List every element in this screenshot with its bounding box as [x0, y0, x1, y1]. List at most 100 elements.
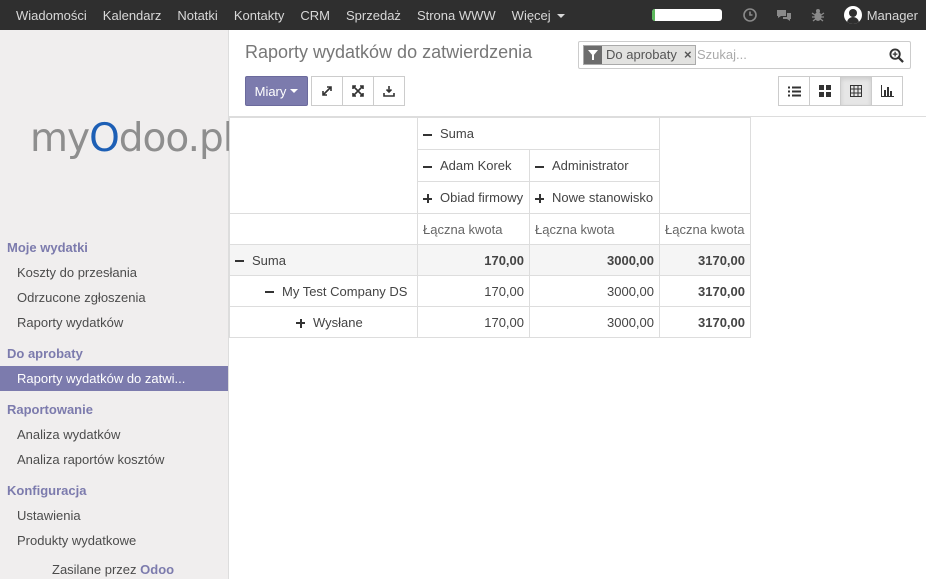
- search-input[interactable]: Szukaj...: [697, 47, 747, 62]
- sidebar-item-ustawienia[interactable]: Ustawienia: [0, 503, 228, 528]
- page-title: Raporty wydatków do zatwierdzenia: [245, 42, 533, 62]
- user-name[interactable]: Manager: [867, 8, 918, 23]
- top-navbar: Wiadomości Kalendarz Notatki Kontakty CR…: [0, 0, 926, 30]
- menu-notatki[interactable]: Notatki: [177, 8, 217, 23]
- measure-header[interactable]: Łączna kwota: [659, 213, 751, 245]
- pivot-cell[interactable]: 170,00: [417, 275, 530, 307]
- pivot-corner: [229, 117, 418, 214]
- collapse-icon: [235, 260, 244, 263]
- pivot-cell-total[interactable]: 3170,00: [659, 244, 751, 276]
- pivot-cell[interactable]: 3000,00: [529, 306, 660, 338]
- sidebar-nav: Moje wydatki Koszty do przesłania Odrzuc…: [0, 235, 228, 553]
- kanban-view-button[interactable]: [809, 76, 841, 106]
- filter-icon: [584, 46, 602, 64]
- row-header-label: Suma: [252, 252, 286, 268]
- table-row: Suma 170,00 3000,00 3170,00: [229, 244, 751, 276]
- expand-all-button[interactable]: [342, 76, 374, 106]
- powered-by: Zasilane przez Odoo: [52, 562, 174, 577]
- sidebar-item-produkty-wydatkowe[interactable]: Produkty wydatkowe: [0, 528, 228, 553]
- col-header-suma-label: Suma: [440, 126, 474, 141]
- expand-icon: [535, 194, 544, 204]
- col-header-obiad-firmowy[interactable]: Obiad firmowy: [417, 181, 530, 214]
- collapse-icon: [265, 291, 274, 294]
- expand-icon: [296, 318, 305, 328]
- pivot-actions: [311, 76, 405, 106]
- collapse-icon: [423, 165, 432, 168]
- col-header-adam-korek-label: Adam Korek: [440, 158, 512, 173]
- sidebar-item-koszty-do-przeslania[interactable]: Koszty do przesłania: [0, 260, 228, 285]
- pivot-measure-corner: [229, 213, 418, 245]
- flip-axis-button[interactable]: [311, 76, 343, 106]
- row-header-wyslane[interactable]: Wysłane: [229, 306, 418, 338]
- section-header-moje-wydatki: Moje wydatki: [7, 240, 88, 255]
- menu-sprzedaz[interactable]: Sprzedaż: [346, 8, 401, 23]
- section-header-do-aprobaty: Do aprobaty: [7, 346, 83, 361]
- download-button[interactable]: [373, 76, 405, 106]
- chevron-down-icon: [290, 89, 299, 93]
- table-icon: [850, 85, 862, 97]
- clock-icon[interactable]: [742, 7, 758, 23]
- sidebar-item-raporty-wydatkow[interactable]: Raporty wydatków: [0, 310, 228, 335]
- col-header-nowe-stanowisko-label: Nowe stanowisko: [552, 190, 654, 205]
- row-header-label: Wysłane: [313, 314, 363, 330]
- pivot-total-col-header: [659, 117, 751, 214]
- row-header-label: My Test Company DS: [282, 283, 408, 299]
- expand-icon: [423, 194, 432, 204]
- row-header-company[interactable]: My Test Company DS: [229, 275, 418, 307]
- pivot-cell-total[interactable]: 3170,00: [659, 306, 751, 338]
- pivot-cell[interactable]: 170,00: [417, 244, 530, 276]
- table-row: Wysłane 170,00 3000,00 3170,00: [229, 306, 751, 338]
- pivot-table: Suma Adam Korek Administrator Obiad firm…: [229, 117, 751, 338]
- sidebar-item-analiza-raportow-kosztow[interactable]: Analiza raportów kosztów: [0, 447, 228, 472]
- menu-wiadomosci[interactable]: Wiadomości: [16, 8, 87, 23]
- measure-header[interactable]: Łączna kwota: [529, 213, 660, 245]
- chat-icon[interactable]: [776, 7, 792, 23]
- row-header-suma[interactable]: Suma: [229, 244, 418, 276]
- sidebar-item-raporty-do-zatwierdzenia[interactable]: Raporty wydatków do zatwi...: [0, 366, 228, 391]
- powered-by-text: Zasilane przez: [52, 562, 137, 577]
- sidebar-item-analiza-wydatkow[interactable]: Analiza wydatków: [0, 422, 228, 447]
- menu-crm[interactable]: CRM: [300, 8, 330, 23]
- measure-header[interactable]: Łączna kwota: [417, 213, 530, 245]
- search-facet: Do aprobaty ×: [583, 45, 696, 65]
- col-header-nowe-stanowisko[interactable]: Nowe stanowisko: [529, 181, 660, 214]
- pivot-cell[interactable]: 3000,00: [529, 275, 660, 307]
- menu-wiecej-label: Więcej: [511, 7, 551, 23]
- logo-text-o: O: [89, 116, 120, 161]
- menu-kalendarz[interactable]: Kalendarz: [103, 8, 162, 23]
- col-header-administrator[interactable]: Administrator: [529, 149, 660, 182]
- pivot-cell[interactable]: 170,00: [417, 306, 530, 338]
- search-icon[interactable]: [889, 48, 904, 63]
- progress-fill: [651, 9, 656, 21]
- logo-text-pre: my: [30, 116, 90, 161]
- expand-arrows-icon: [322, 86, 332, 96]
- app-menu: Wiadomości Kalendarz Notatki Kontakty CR…: [16, 0, 581, 30]
- sidebar-item-odrzucone-zgloszenia[interactable]: Odrzucone zgłoszenia: [0, 285, 228, 310]
- bar-chart-icon: [880, 85, 894, 97]
- measures-label: Miary: [254, 83, 287, 99]
- pivot-cell[interactable]: 3000,00: [529, 244, 660, 276]
- pivot-view-button[interactable]: [840, 76, 872, 106]
- menu-wiecej[interactable]: Więcej: [512, 8, 565, 23]
- user-avatar[interactable]: [843, 6, 862, 24]
- facet-remove-icon[interactable]: ×: [681, 46, 695, 64]
- menu-kontakty[interactable]: Kontakty: [234, 8, 285, 23]
- facet-label: Do aprobaty: [606, 47, 677, 62]
- menu-strona-www[interactable]: Strona WWW: [417, 8, 496, 23]
- graph-view-button[interactable]: [871, 76, 903, 106]
- list-view-button[interactable]: [778, 76, 810, 106]
- measures-button[interactable]: Miary: [245, 76, 308, 106]
- sidebar: myOdoo.pl Moje wydatki Koszty do przesła…: [0, 30, 234, 579]
- table-row: My Test Company DS 170,00 3000,00 3170,0…: [229, 275, 751, 307]
- col-header-adam-korek[interactable]: Adam Korek: [417, 149, 530, 182]
- arrows-cross-icon: [352, 85, 364, 97]
- pivot-cell-total[interactable]: 3170,00: [659, 275, 751, 307]
- grid-icon: [819, 85, 831, 97]
- col-header-suma[interactable]: Suma: [417, 117, 660, 150]
- bug-icon[interactable]: [810, 7, 826, 23]
- section-header-raportowanie: Raportowanie: [7, 402, 93, 417]
- planner-progress-bar[interactable]: [651, 9, 722, 21]
- company-logo[interactable]: myOdoo.pl: [30, 116, 234, 161]
- view-switcher: [778, 76, 903, 106]
- odoo-link[interactable]: Odoo: [140, 562, 174, 577]
